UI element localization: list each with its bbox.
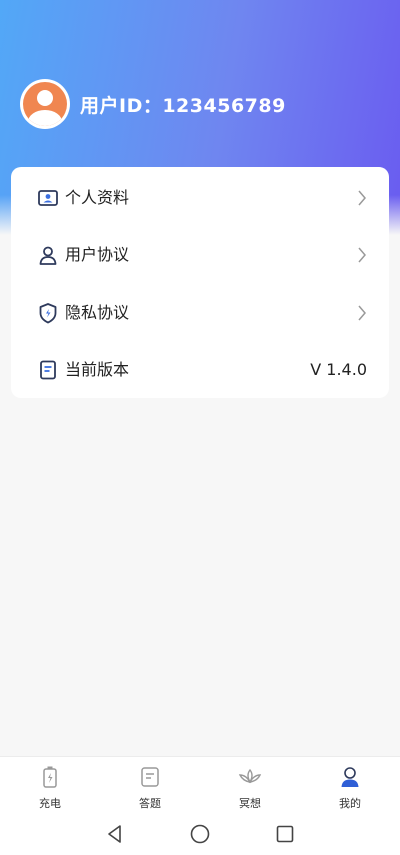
user-id-label: 用户ID：123456789 xyxy=(80,94,286,117)
back-icon[interactable] xyxy=(104,823,126,845)
tab-label: 我的 xyxy=(339,797,361,810)
menu-item-privacy-policy[interactable]: 隐私协议 xyxy=(11,292,389,332)
shield-icon xyxy=(39,303,57,324)
menu-item-label: 隐私协议 xyxy=(65,303,130,322)
tab-quiz[interactable]: 答题 xyxy=(100,765,200,813)
bottom-tab-bar: 充电 答题 冥想 我的 xyxy=(0,756,400,814)
tab-charge[interactable]: 充电 xyxy=(0,765,100,813)
menu-item-current-version: 当前版本 V 1.4.0 xyxy=(11,349,389,389)
menu-item-label: 用户协议 xyxy=(65,245,130,264)
avatar[interactable] xyxy=(20,79,70,129)
home-icon[interactable] xyxy=(189,823,211,845)
profile-icon xyxy=(341,767,359,787)
tab-mine[interactable]: 我的 xyxy=(300,765,400,813)
document-icon xyxy=(40,360,56,380)
user-avatar-icon xyxy=(23,82,67,126)
menu-item-label: 当前版本 xyxy=(65,360,130,379)
recent-apps-icon[interactable] xyxy=(274,823,296,845)
version-value: V 1.4.0 xyxy=(310,360,367,379)
profile-header: 用户ID：123456789 xyxy=(20,79,286,129)
menu-item-label: 个人资料 xyxy=(65,188,130,207)
chevron-right-icon xyxy=(358,247,366,263)
lotus-icon xyxy=(238,768,262,784)
system-navigation-bar xyxy=(0,814,400,855)
chevron-right-icon xyxy=(358,190,366,206)
note-icon xyxy=(141,767,159,787)
battery-charge-icon xyxy=(43,766,57,788)
menu-item-profile[interactable]: 个人资料 xyxy=(11,177,389,217)
tab-meditation[interactable]: 冥想 xyxy=(200,765,300,813)
chevron-right-icon xyxy=(358,305,366,321)
person-icon xyxy=(39,246,57,265)
tab-label: 冥想 xyxy=(239,797,261,810)
id-card-icon xyxy=(38,190,58,206)
menu-item-user-agreement[interactable]: 用户协议 xyxy=(11,234,389,274)
menu-card: 个人资料 用户协议 隐私协议 当前版本 V 1.4.0 xyxy=(11,167,389,398)
tab-label: 答题 xyxy=(139,797,161,810)
tab-label: 充电 xyxy=(39,797,61,810)
